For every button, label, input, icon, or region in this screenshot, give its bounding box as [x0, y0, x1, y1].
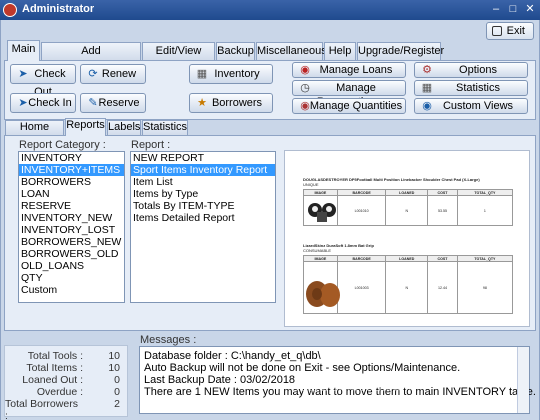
message-line: Database folder : C:\handy_et_q\db\ [144, 350, 321, 362]
borrowers-button[interactable]: ★ Borrowers [189, 93, 273, 113]
list-item[interactable]: Totals By ITEM-TYPE [131, 200, 275, 212]
list-item[interactable]: Custom [19, 284, 124, 296]
stats-panel: Total Tools : 10 Total Items : 10 Loaned… [4, 345, 128, 420]
title-bar: Administrator – □ ✕ [0, 0, 540, 20]
list-item[interactable]: QTY [19, 272, 124, 284]
stat-total-tools: Total Tools : 10 [27, 350, 120, 362]
list-item[interactable]: INVENTORY [19, 152, 124, 164]
message-line: Auto Backup will not be done on Exit - s… [144, 362, 461, 374]
inventory-button[interactable]: ▦ Inventory [189, 64, 273, 84]
options-button[interactable]: ⚙ Options [414, 62, 528, 78]
list-item[interactable]: Items Detailed Report [131, 212, 275, 224]
watermark: GearDownload.com [290, 380, 413, 394]
borrowers-icon: ★ [197, 97, 207, 109]
reserve-icon: ✎ [88, 97, 98, 109]
report-list[interactable]: NEW REPORT Sport Items Inventory Report … [130, 151, 276, 303]
exit-label: Exit [506, 25, 525, 37]
subtab-home-page[interactable]: Home Page [5, 120, 64, 146]
manage-reservations-button[interactable]: ◷ Manage Reservations [292, 80, 406, 108]
list-item[interactable]: RESERVE [19, 200, 124, 212]
tab-backup[interactable]: Backup [216, 42, 255, 60]
reserve-button[interactable]: ✎ Reserve [80, 93, 146, 113]
custom-views-icon: ◉ [422, 100, 432, 112]
list-item[interactable]: NEW REPORT [131, 152, 275, 164]
messages-label: Messages : [140, 334, 197, 346]
check-in-icon: ➤ [18, 97, 28, 109]
preview-item-sub: UNIQUE [303, 182, 319, 187]
list-item-selected[interactable]: Sport Items Inventory Report [131, 164, 275, 176]
check-in-button[interactable]: ➤ Check In [10, 93, 76, 113]
list-item-selected[interactable]: INVENTORY+ITEMS [19, 164, 124, 176]
check-out-icon: ➤ [18, 68, 28, 80]
clock-icon: ◷ [300, 82, 310, 94]
app-icon [3, 3, 17, 17]
report-category-label: Report Category : [19, 139, 106, 151]
subtab-reports[interactable]: Reports [65, 118, 106, 136]
manage-quantities-icon: ◉ [300, 100, 310, 112]
tab-main[interactable]: Main [7, 40, 40, 61]
tab-edit-view-table[interactable]: Edit/View Table [142, 42, 215, 73]
exit-door-icon [492, 26, 502, 36]
renew-button[interactable]: ⟳ Renew [80, 64, 146, 84]
list-item[interactable]: OLD_LOANS [19, 260, 124, 272]
window-title: Administrator [22, 3, 95, 15]
list-item[interactable]: Item List [131, 176, 275, 188]
stat-overdue: Overdue : 0 [36, 386, 120, 398]
list-item[interactable]: BORROWERS_NEW [19, 236, 124, 248]
list-item[interactable]: Items by Type [131, 188, 275, 200]
renew-icon: ⟳ [88, 68, 98, 80]
custom-views-button[interactable]: ◉ Custom Views [414, 98, 528, 114]
baseball-glove-image [306, 281, 340, 307]
report-label: Report : [131, 139, 171, 151]
tab-upgrade-register[interactable]: Upgrade/Register [357, 42, 444, 60]
maximize-icon[interactable]: □ [506, 3, 520, 16]
manage-quantities-button[interactable]: ◉ Manage Quantities [292, 98, 406, 114]
report-preview[interactable]: DOUGLASDESTROYER DP5Football Multi Posit… [284, 150, 530, 327]
close-icon[interactable]: ✕ [523, 3, 537, 16]
preview-item-sub: CONSUMABLE [303, 248, 332, 253]
tab-miscellaneous[interactable]: Miscellaneous [256, 42, 327, 60]
list-item[interactable]: BORROWERS_OLD [19, 248, 124, 260]
subtab-labels[interactable]: Labels [107, 120, 141, 135]
stat-total-items: Total Items : 10 [26, 362, 120, 374]
messages-scrollbar[interactable] [517, 347, 529, 413]
stat-total-borrowers: Total Borrowers : 2 [5, 398, 120, 420]
options-icon: ⚙ [422, 64, 432, 76]
manage-loans-icon: ◉ [300, 64, 310, 76]
report-category-list[interactable]: INVENTORY INVENTORY+ITEMS BORROWERS LOAN… [18, 151, 125, 303]
subtab-statistics[interactable]: Statistics [142, 120, 188, 135]
list-item[interactable]: INVENTORY_LOST [19, 224, 124, 236]
manage-loans-button[interactable]: ◉ Manage Loans [292, 62, 406, 78]
minimize-icon[interactable]: – [489, 3, 503, 16]
list-item[interactable]: INVENTORY_NEW [19, 212, 124, 224]
check-out-button[interactable]: ➤ Check Out [10, 64, 76, 98]
list-item[interactable]: BORROWERS [19, 176, 124, 188]
exit-button[interactable]: Exit [486, 22, 534, 40]
shoulder-pad-image [308, 203, 336, 222]
statistics-icon: ▦ [421, 82, 433, 94]
list-item[interactable]: LOAN [19, 188, 124, 200]
inventory-icon: ▦ [196, 68, 208, 80]
stat-loaned-out: Loaned Out : 0 [22, 374, 120, 386]
tab-add-items-borrowers[interactable]: Add Items/Borrowers [41, 42, 141, 73]
tab-help[interactable]: Help [324, 42, 356, 60]
statistics-button[interactable]: ▦ Statistics [414, 80, 528, 96]
